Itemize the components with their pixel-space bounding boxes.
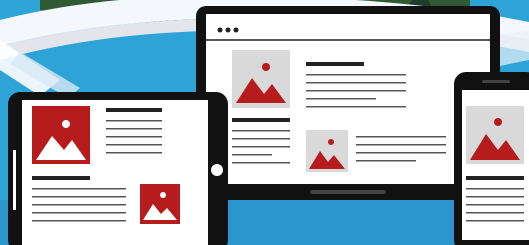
phone	[454, 72, 529, 245]
image-placeholder-icon	[232, 50, 290, 108]
image-placeholder-icon	[306, 130, 348, 172]
responsive-devices-illustration	[0, 0, 529, 245]
tablet	[8, 92, 228, 245]
text-heading	[306, 62, 364, 66]
text-heading	[32, 176, 90, 180]
image-placeholder-icon	[32, 106, 90, 164]
phone-speaker	[482, 80, 510, 83]
laptop-hinge	[310, 190, 386, 194]
image-placeholder-icon	[140, 184, 180, 224]
browser-dots-icon	[217, 27, 239, 33]
text-heading	[232, 118, 290, 122]
text-heading	[106, 108, 162, 112]
image-placeholder-icon	[466, 106, 524, 164]
text-heading	[466, 176, 524, 180]
tablet-home-button	[211, 164, 223, 176]
tablet-side-button	[13, 150, 16, 210]
illustration-canvas	[0, 0, 529, 245]
